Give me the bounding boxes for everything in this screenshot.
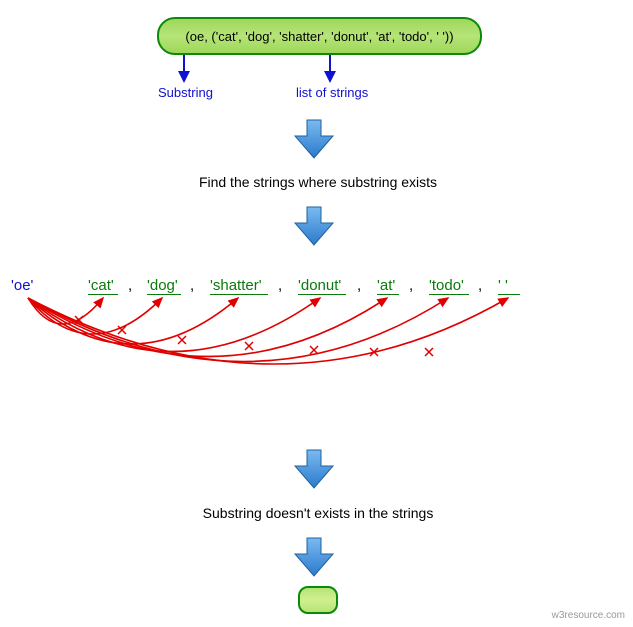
step1-text: Find the strings where substring exists [188, 174, 448, 190]
pointer-arrow-substring [174, 55, 194, 83]
watermark: w3resource.com [552, 610, 625, 621]
step2-text: Substring doesn't exists in the strings [178, 505, 458, 521]
down-arrow-icon [293, 205, 335, 247]
down-arrow-icon [293, 536, 335, 578]
result-box [298, 586, 338, 614]
input-box: (oe, ('cat', 'dog', 'shatter', 'donut', … [157, 17, 482, 55]
down-arrow-icon [293, 118, 335, 160]
label-list: list of strings [296, 85, 368, 100]
label-substring: Substring [158, 85, 213, 100]
pointer-arrow-list [320, 55, 340, 83]
down-arrow-icon [293, 448, 335, 490]
curved-arrows [0, 290, 633, 430]
